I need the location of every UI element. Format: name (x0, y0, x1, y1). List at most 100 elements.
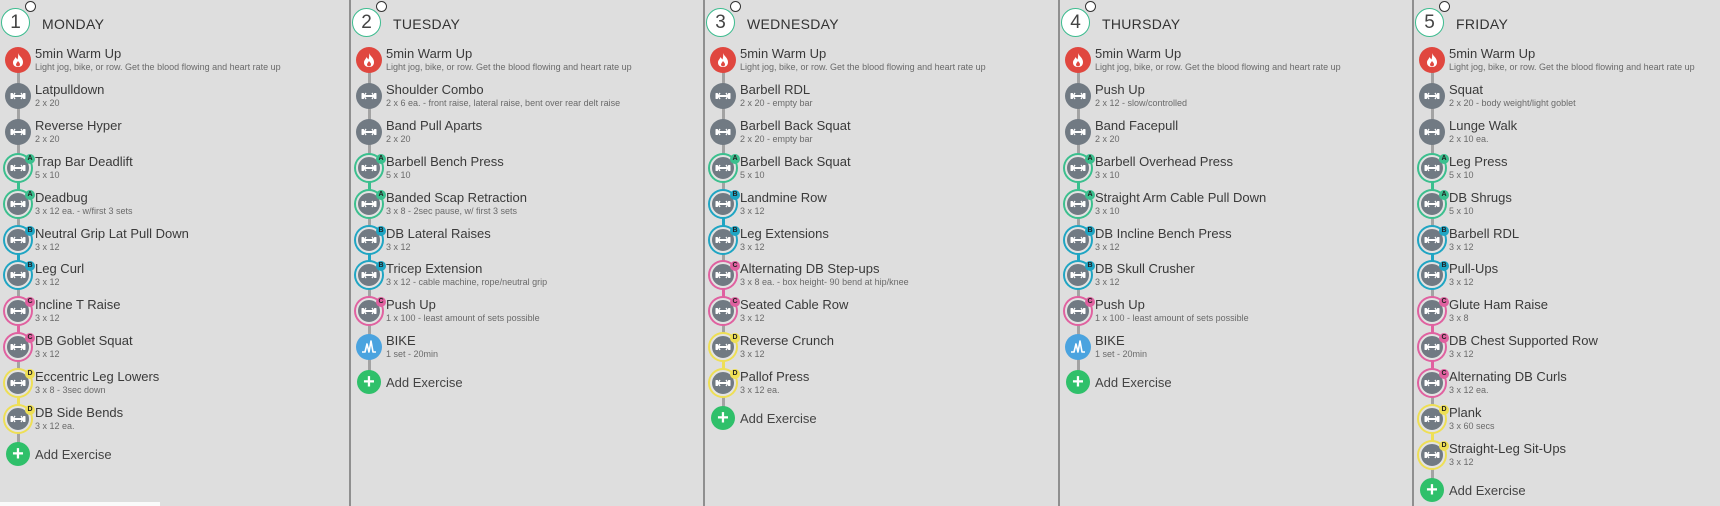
dumbbell-icon[interactable]: D (5, 405, 35, 432)
add-exercise-button[interactable]: + Add Exercise (0, 441, 349, 468)
dumbbell-icon[interactable]: B (356, 225, 386, 253)
exercise-name[interactable]: BIKE (386, 333, 416, 348)
horizontal-scrollbar[interactable] (0, 502, 160, 506)
exercise-name[interactable]: Lunge Walk (1449, 118, 1517, 133)
exercise-item[interactable]: Push Up 2 x 12 - slow/controlled (1060, 82, 1412, 118)
add-exercise-button[interactable]: + Add Exercise (351, 370, 703, 396)
exercise-name[interactable]: Latpulldown (35, 82, 104, 97)
exercise-name[interactable]: Alternating DB Curls (1449, 369, 1567, 384)
day-options-icon[interactable] (1085, 1, 1096, 12)
exercise-name[interactable]: Leg Curl (35, 261, 84, 276)
exercise-item[interactable]: A Barbell Back Squat 5 x 10 (705, 153, 1058, 190)
flame-icon[interactable] (356, 47, 382, 73)
exercise-name[interactable]: BIKE (1095, 333, 1125, 348)
dumbbell-icon[interactable]: B (5, 261, 35, 289)
exercise-item[interactable]: A Barbell Overhead Press 3 x 10 (1060, 153, 1412, 190)
exercise-item[interactable]: A DB Shrugs 5 x 10 (1414, 189, 1720, 226)
exercise-item[interactable]: C Incline T Raise 3 x 12 (0, 297, 349, 333)
exercise-item[interactable]: Band Pull Aparts 2 x 20 (351, 118, 703, 154)
exercise-name[interactable]: Push Up (1095, 297, 1145, 312)
exercise-name[interactable]: Barbell RDL (1449, 226, 1519, 241)
add-exercise-button[interactable]: + Add Exercise (1414, 477, 1720, 504)
dumbbell-icon[interactable]: C (356, 297, 386, 325)
exercise-name[interactable]: Glute Ham Raise (1449, 297, 1548, 312)
dumbbell-icon[interactable] (1065, 118, 1091, 145)
exercise-item[interactable]: Barbell RDL 2 x 20 - empty bar (705, 82, 1058, 118)
exercise-name[interactable]: Plank (1449, 405, 1482, 420)
exercise-name[interactable]: 5min Warm Up (35, 46, 121, 61)
exercise-name[interactable]: Barbell Bench Press (386, 154, 504, 169)
exercise-name[interactable]: 5min Warm Up (740, 46, 826, 61)
exercise-item[interactable]: C Seated Cable Row 3 x 12 (705, 297, 1058, 333)
exercise-name[interactable]: DB Side Bends (35, 405, 123, 420)
dumbbell-icon[interactable]: A (710, 153, 740, 181)
dumbbell-icon[interactable]: B (1419, 261, 1449, 289)
exercise-name[interactable]: DB Chest Supported Row (1449, 333, 1598, 348)
exercise-item[interactable]: D Plank 3 x 60 secs (1414, 405, 1720, 441)
day-options-icon[interactable] (376, 1, 387, 12)
exercise-item[interactable]: Band Facepull 2 x 20 (1060, 118, 1412, 154)
dumbbell-icon[interactable]: B (356, 261, 386, 289)
dumbbell-icon[interactable]: A (5, 153, 35, 181)
exercise-name[interactable]: DB Shrugs (1449, 190, 1512, 205)
dumbbell-icon[interactable]: D (710, 333, 740, 361)
dumbbell-icon[interactable]: C (710, 261, 740, 289)
exercise-name[interactable]: Leg Press (1449, 154, 1508, 169)
exercise-item[interactable]: 5min Warm Up Light jog, bike, or row. Get… (351, 46, 703, 82)
dumbbell-icon[interactable] (1419, 82, 1445, 109)
dumbbell-icon[interactable]: A (356, 153, 386, 181)
exercise-name[interactable]: 5min Warm Up (1449, 46, 1535, 61)
dumbbell-icon[interactable] (5, 82, 31, 109)
exercise-name[interactable]: Incline T Raise (35, 297, 121, 312)
exercise-name[interactable]: Straight Arm Cable Pull Down (1095, 190, 1266, 205)
exercise-item[interactable]: Barbell Back Squat 2 x 20 - empty bar (705, 118, 1058, 154)
exercise-name[interactable]: Barbell Back Squat (740, 118, 851, 133)
day-options-icon[interactable] (1439, 1, 1450, 12)
dumbbell-icon[interactable]: C (5, 297, 35, 325)
exercise-item[interactable]: D Straight-Leg Sit-Ups 3 x 12 (1414, 440, 1720, 477)
exercise-name[interactable]: Shoulder Combo (386, 82, 484, 97)
exercise-item[interactable]: C Push Up 1 x 100 - least amount of sets p… (351, 297, 703, 333)
dumbbell-icon[interactable]: C (1065, 297, 1095, 325)
exercise-item[interactable]: 5min Warm Up Light jog, bike, or row. Get… (1060, 46, 1412, 82)
dumbbell-icon[interactable]: D (1419, 440, 1449, 468)
exercise-item[interactable]: BIKE 1 set - 20min (1060, 333, 1412, 369)
dumbbell-icon[interactable]: B (710, 225, 740, 253)
day-options-icon[interactable] (730, 1, 741, 12)
exercise-name[interactable]: Eccentric Leg Lowers (35, 369, 159, 384)
exercise-item[interactable]: 5min Warm Up Light jog, bike, or row. Get… (1414, 46, 1720, 82)
dumbbell-icon[interactable]: D (1419, 405, 1449, 432)
add-exercise-label[interactable]: Add Exercise (740, 411, 817, 426)
dumbbell-icon[interactable]: C (1419, 369, 1449, 397)
exercise-item[interactable]: B DB Lateral Raises 3 x 12 (351, 225, 703, 262)
exercise-name[interactable]: Barbell Overhead Press (1095, 154, 1233, 169)
exercise-name[interactable]: DB Skull Crusher (1095, 261, 1195, 276)
add-exercise-button[interactable]: + Add Exercise (1060, 370, 1412, 396)
exercise-name[interactable]: Push Up (1095, 82, 1145, 97)
dumbbell-icon[interactable]: A (1065, 153, 1095, 181)
exercise-name[interactable]: Straight-Leg Sit-Ups (1449, 441, 1566, 456)
pulse-icon[interactable] (1065, 334, 1091, 361)
add-exercise-label[interactable]: Add Exercise (35, 447, 112, 462)
exercise-name[interactable]: Tricep Extension (386, 261, 482, 276)
exercise-name[interactable]: Reverse Crunch (740, 333, 834, 348)
exercise-name[interactable]: Seated Cable Row (740, 297, 848, 312)
exercise-item[interactable]: C Alternating DB Step-ups 3 x 8 ea. - box … (705, 261, 1058, 297)
exercise-item[interactable]: B Landmine Row 3 x 12 (705, 189, 1058, 226)
exercise-item[interactable]: B DB Skull Crusher 3 x 12 (1060, 261, 1412, 297)
dumbbell-icon[interactable]: C (1419, 297, 1449, 325)
exercise-name[interactable]: Leg Extensions (740, 226, 829, 241)
add-exercise-label[interactable]: Add Exercise (1449, 483, 1526, 498)
dumbbell-icon[interactable]: A (5, 189, 35, 217)
exercise-item[interactable]: D DB Side Bends 3 x 12 ea. (0, 405, 349, 441)
flame-icon[interactable] (1419, 47, 1445, 73)
exercise-name[interactable]: Pull-Ups (1449, 261, 1498, 276)
exercise-name[interactable]: Push Up (386, 297, 436, 312)
dumbbell-icon[interactable]: B (1065, 261, 1095, 289)
dumbbell-icon[interactable]: C (710, 297, 740, 325)
dumbbell-icon[interactable]: A (1065, 189, 1095, 217)
exercise-item[interactable]: 5min Warm Up Light jog, bike, or row. Get… (0, 46, 349, 82)
exercise-item[interactable]: D Reverse Crunch 3 x 12 (705, 333, 1058, 369)
exercise-item[interactable]: D Eccentric Leg Lowers 3 x 8 - 3sec down (0, 369, 349, 405)
exercise-name[interactable]: Barbell RDL (740, 82, 810, 97)
